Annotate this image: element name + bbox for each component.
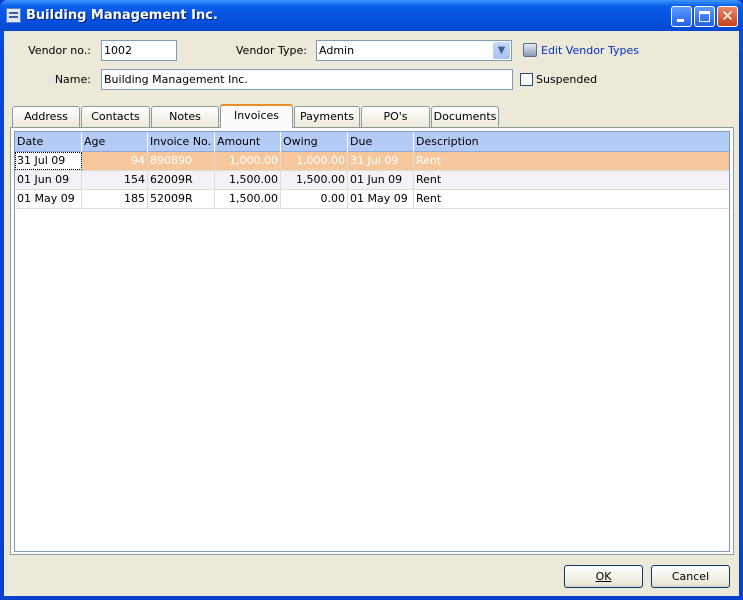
invoices-panel: Date Age Invoice No. Amount Owing Due De… bbox=[10, 127, 734, 555]
cancel-label: Cancel bbox=[671, 570, 710, 583]
cell-age[interactable]: 94 bbox=[82, 152, 148, 170]
cell-due[interactable]: 01 Jun 09 bbox=[348, 171, 414, 189]
tab-pos[interactable]: PO's bbox=[361, 106, 430, 127]
tab-payments[interactable]: Payments bbox=[294, 106, 360, 127]
maximize-button[interactable] bbox=[694, 6, 715, 27]
ok-button[interactable]: OK bbox=[564, 565, 643, 588]
suspended-label: Suspended bbox=[536, 73, 598, 86]
vendor-type-value: Admin bbox=[319, 44, 355, 57]
table-row[interactable]: 01 May 09 185 52009R 1,500.00 0.00 01 May 09 R… bbox=[15, 190, 729, 209]
name-label: Name: bbox=[54, 73, 91, 86]
minimize-button[interactable] bbox=[671, 6, 692, 27]
table-row[interactable]: 31 Jul 09 94 890890 1,000.00 1,000.00 31 Jul … bbox=[15, 152, 729, 171]
cell-amount[interactable]: 1,500.00 bbox=[215, 171, 281, 189]
cancel-button[interactable]: Cancel bbox=[651, 565, 730, 588]
column-header-description[interactable]: Description bbox=[414, 132, 729, 152]
cell-invoice-no[interactable]: 890890 bbox=[148, 152, 215, 170]
grid-header: Date Age Invoice No. Amount Owing Due De… bbox=[15, 132, 729, 152]
cell-due[interactable]: 31 Jul 09 bbox=[348, 152, 414, 170]
cell-amount[interactable]: 1,000.00 bbox=[215, 152, 281, 170]
tab-address[interactable]: Address bbox=[12, 106, 80, 127]
column-header-amount[interactable]: Amount bbox=[215, 132, 281, 152]
cell-description[interactable]: Rent bbox=[414, 171, 729, 189]
tab-notes[interactable]: Notes bbox=[151, 106, 219, 127]
cell-date[interactable]: 01 May 09 bbox=[15, 190, 82, 208]
window: Building Management Inc. ✕ Vendor no.: 1… bbox=[0, 0, 743, 600]
suspended-checkbox[interactable] bbox=[520, 73, 533, 86]
window-title: Building Management Inc. bbox=[26, 8, 218, 23]
vendor-type-label: Vendor Type: bbox=[235, 44, 307, 57]
table-row[interactable]: 01 Jun 09 154 62009R 1,500.00 1,500.00 01 Jun… bbox=[15, 171, 729, 190]
close-button[interactable]: ✕ bbox=[717, 6, 738, 27]
cell-date[interactable]: 31 Jul 09 bbox=[15, 152, 82, 170]
name-input[interactable]: Building Management Inc. bbox=[101, 69, 513, 90]
column-header-due[interactable]: Due bbox=[348, 132, 414, 152]
cell-invoice-no[interactable]: 52009R bbox=[148, 190, 215, 208]
title-bar[interactable]: Building Management Inc. ✕ bbox=[0, 0, 743, 31]
cell-owing[interactable]: 0.00 bbox=[281, 190, 348, 208]
dialog-body: Vendor no.: 1002 Vendor Type: Admin ▼ Edi… bbox=[4, 31, 739, 596]
edit-icon[interactable] bbox=[523, 43, 537, 57]
column-header-date[interactable]: Date bbox=[15, 132, 82, 152]
vendor-no-input[interactable]: 1002 bbox=[101, 40, 177, 61]
invoices-grid[interactable]: Date Age Invoice No. Amount Owing Due De… bbox=[14, 131, 730, 552]
column-header-invoice-no[interactable]: Invoice No. bbox=[148, 132, 215, 152]
cell-age[interactable]: 154 bbox=[82, 171, 148, 189]
cell-owing[interactable]: 1,500.00 bbox=[281, 171, 348, 189]
tab-documents[interactable]: Documents bbox=[431, 106, 499, 127]
chevron-down-icon[interactable]: ▼ bbox=[493, 42, 510, 59]
vendor-no-label: Vendor no.: bbox=[28, 44, 91, 57]
cell-invoice-no[interactable]: 62009R bbox=[148, 171, 215, 189]
column-header-age[interactable]: Age bbox=[82, 132, 148, 152]
app-icon bbox=[6, 8, 21, 23]
tab-contacts[interactable]: Contacts bbox=[81, 106, 150, 127]
cell-owing[interactable]: 1,000.00 bbox=[281, 152, 348, 170]
cell-description[interactable]: Rent bbox=[414, 190, 729, 208]
cell-amount[interactable]: 1,500.00 bbox=[215, 190, 281, 208]
column-header-owing[interactable]: Owing bbox=[281, 132, 348, 152]
cell-age[interactable]: 185 bbox=[82, 190, 148, 208]
cell-description[interactable]: Rent bbox=[414, 152, 729, 170]
edit-vendor-types-link[interactable]: Edit Vendor Types bbox=[541, 44, 639, 57]
cell-date[interactable]: 01 Jun 09 bbox=[15, 171, 82, 189]
ok-label: OK bbox=[595, 570, 612, 583]
cell-due[interactable]: 01 May 09 bbox=[348, 190, 414, 208]
tab-invoices[interactable]: Invoices bbox=[220, 104, 293, 128]
vendor-type-select[interactable]: Admin ▼ bbox=[316, 40, 512, 61]
